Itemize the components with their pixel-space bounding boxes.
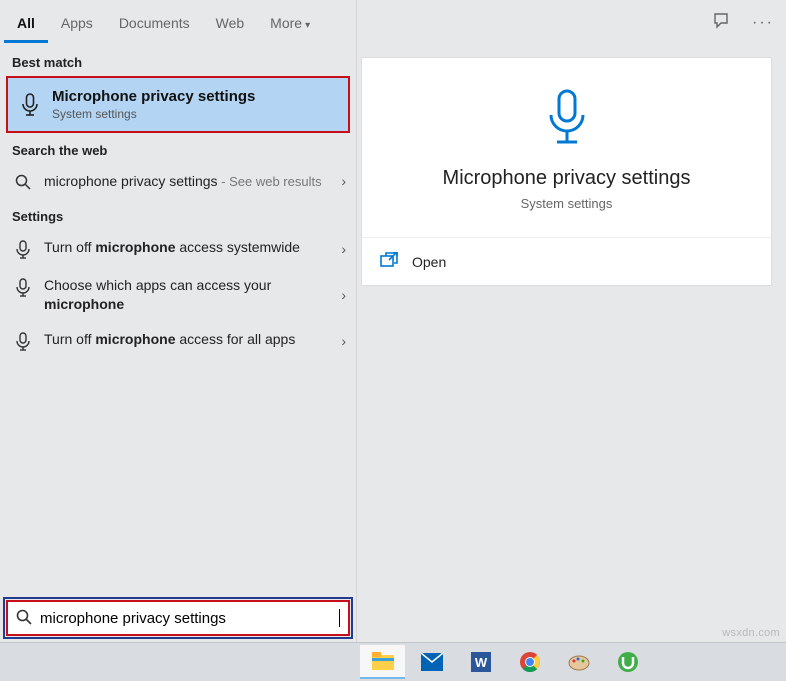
search-input[interactable] <box>40 610 339 627</box>
open-action[interactable]: Open <box>362 238 771 285</box>
microphone-icon <box>12 238 34 260</box>
taskbar-mail[interactable] <box>409 645 454 679</box>
settings-item-label: Turn off microphone access systemwide <box>44 238 344 257</box>
taskbar-paint[interactable] <box>556 645 601 679</box>
tab-apps[interactable]: Apps <box>48 3 106 43</box>
settings-item-turnoff-allapps[interactable]: Turn off microphone access for all apps … <box>0 322 356 360</box>
taskbar-chrome[interactable] <box>507 645 552 679</box>
settings-item-turnoff-systemwide[interactable]: Turn off microphone access systemwide › <box>0 230 356 268</box>
preview-title: Microphone privacy settings <box>443 167 691 190</box>
filter-tabs: All Apps Documents Web More▾ <box>0 0 356 45</box>
results-pane: All Apps Documents Web More▾ Best match … <box>0 0 357 642</box>
search-icon <box>16 609 32 628</box>
tab-web[interactable]: Web <box>203 3 258 43</box>
section-settings: Settings <box>0 199 356 230</box>
microphone-icon <box>544 88 590 151</box>
taskbar-explorer[interactable] <box>360 645 405 679</box>
open-icon <box>380 252 398 271</box>
preview-subtitle: System settings <box>521 196 613 211</box>
text-caret <box>339 609 340 627</box>
chevron-down-icon: ▾ <box>305 20 310 31</box>
settings-item-label: Turn off microphone access for all apps <box>44 330 344 349</box>
open-label: Open <box>412 254 446 270</box>
web-result-item[interactable]: microphone privacy settings - See web re… <box>0 164 356 199</box>
chevron-right-icon: › <box>341 173 346 189</box>
tab-more[interactable]: More▾ <box>257 3 323 43</box>
chevron-right-icon: › <box>341 241 346 257</box>
microphone-icon <box>12 330 34 352</box>
best-match-title: Microphone privacy settings <box>52 88 255 105</box>
search-icon <box>12 172 34 190</box>
best-match-subtitle: System settings <box>52 107 255 121</box>
taskbar-utorrent[interactable] <box>605 645 650 679</box>
microphone-icon <box>12 276 34 298</box>
section-best-match: Best match <box>0 45 356 76</box>
taskbar-word[interactable]: W <box>458 645 503 679</box>
settings-item-label: Choose which apps can access your microp… <box>44 276 344 314</box>
watermark: wsxdn.com <box>722 627 780 639</box>
best-match-result[interactable]: Microphone privacy settings System setti… <box>6 76 350 133</box>
feedback-icon[interactable] <box>712 11 732 34</box>
svg-text:W: W <box>474 655 487 670</box>
taskbar: W <box>0 642 786 681</box>
preview-pane: ··· Microphone privacy settings System s… <box>357 0 786 642</box>
search-input-wrap[interactable] <box>6 600 350 636</box>
chevron-right-icon: › <box>341 287 346 303</box>
section-search-web: Search the web <box>0 133 356 164</box>
titlebar: ··· <box>357 0 786 45</box>
tab-documents[interactable]: Documents <box>106 3 203 43</box>
more-icon[interactable]: ··· <box>752 14 774 32</box>
tab-all[interactable]: All <box>4 3 48 43</box>
settings-item-choose-apps[interactable]: Choose which apps can access your microp… <box>0 268 356 322</box>
chevron-right-icon: › <box>341 333 346 349</box>
preview-card: Microphone privacy settings System setti… <box>361 57 772 286</box>
microphone-icon <box>18 93 42 117</box>
web-result-text: microphone privacy settings - See web re… <box>44 172 344 191</box>
